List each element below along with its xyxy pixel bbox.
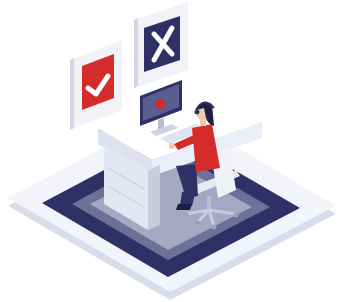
shoe xyxy=(176,204,192,210)
headset-icon xyxy=(194,109,200,115)
isometric-illustration xyxy=(8,2,336,300)
approve-card xyxy=(70,40,122,130)
hand xyxy=(169,143,175,149)
monitor-record-icon xyxy=(155,99,165,109)
reject-card xyxy=(134,2,188,88)
